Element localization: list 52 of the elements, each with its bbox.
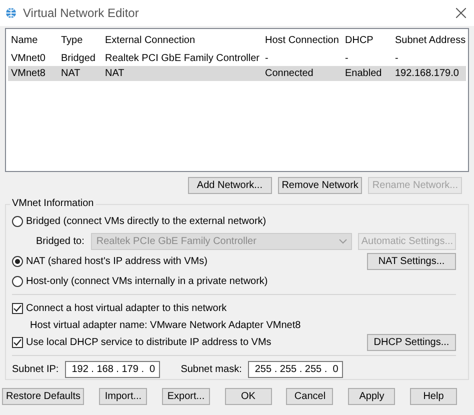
dialog-button[interactable]: Cancel	[286, 388, 334, 405]
table-cell-text: -	[344, 53, 350, 64]
field-label: Bridged to:	[36, 236, 84, 246]
radio-button[interactable]	[12, 256, 23, 266]
radio-button[interactable]	[12, 276, 23, 286]
checkbox-label: Use local DHCP service to distribute IP address to VMs	[26, 336, 272, 348]
dialog-button[interactable]: NAT Settings...	[367, 252, 456, 270]
table-cell-text: -	[394, 53, 400, 64]
table-cell-text: NAT	[104, 68, 126, 79]
checkbox[interactable]	[12, 302, 23, 314]
chevron-icon	[339, 238, 348, 244]
field-label: Subnet mask:	[180, 364, 242, 374]
group-title: VMnet Information	[10, 198, 96, 209]
checkbox[interactable]	[12, 336, 23, 348]
dialog-button[interactable]: Export...	[162, 388, 210, 405]
table-row[interactable]: VMnet8 NAT NAT Connected Enabled 192.168.179.0	[8, 66, 466, 81]
dialog-button[interactable]: Import...	[99, 388, 148, 405]
table-cell-text: -	[264, 53, 270, 64]
table-cell-text: VMnet0	[10, 53, 46, 64]
dialog-button[interactable]: DHCP Settings...	[367, 334, 456, 350]
radio-label: NAT (shared host's IP address with VMs)	[26, 256, 208, 266]
column-header[interactable]: Type	[58, 34, 102, 46]
radio-label: Host-only (connect VMs internally in a private network)	[26, 276, 268, 286]
table-cell-text: 192.168.179.0	[394, 68, 460, 79]
window-title: Virtual Network Editor	[23, 6, 140, 20]
dialog-button[interactable]: Help	[410, 388, 457, 405]
checkbox-label: Connect a host virtual adapter to this network	[26, 302, 227, 314]
table-cell-text: Bridged	[60, 53, 96, 64]
dialog-button[interactable]: Remove Network	[278, 177, 362, 194]
table-cell-text: NAT	[60, 68, 82, 79]
table-cell-text: Connected	[264, 68, 314, 79]
column-header[interactable]: Name	[8, 34, 58, 46]
dialog-button[interactable]: Apply	[348, 388, 396, 405]
column-header[interactable]: Subnet Address	[392, 34, 466, 46]
radio-button[interactable]	[12, 216, 23, 226]
table-row[interactable]: VMnet0 Bridged Realtek PCI GbE Family Controller - - -	[8, 51, 466, 66]
radio-label: Bridged (connect VMs directly to the external network)	[26, 216, 266, 226]
table-cell-text: Enabled	[344, 68, 383, 79]
dialog-button[interactable]: Restore Defaults	[2, 388, 84, 405]
table-cell-text: VMnet8	[10, 68, 46, 79]
adapter-name: Host virtual adapter name: VMware Network Adapter VMnet8	[30, 320, 301, 330]
table-cell-text: Realtek PCI GbE Family Controller	[104, 53, 260, 64]
ip-field[interactable]: 255 . 255 . 255 . 0	[248, 360, 343, 378]
close-icon[interactable]	[456, 8, 466, 18]
column-header[interactable]: External Connection	[102, 34, 262, 46]
column-header[interactable]: DHCP	[342, 34, 392, 46]
dialog-button[interactable]: Add Network...	[188, 177, 272, 194]
column-header[interactable]: Host Connection	[262, 34, 342, 46]
globe-icon	[5, 7, 17, 19]
ip-field[interactable]: 192 . 168 . 179 . 0	[64, 360, 160, 378]
field-label: Subnet IP:	[12, 364, 59, 374]
dialog-button[interactable]: OK	[224, 388, 272, 405]
